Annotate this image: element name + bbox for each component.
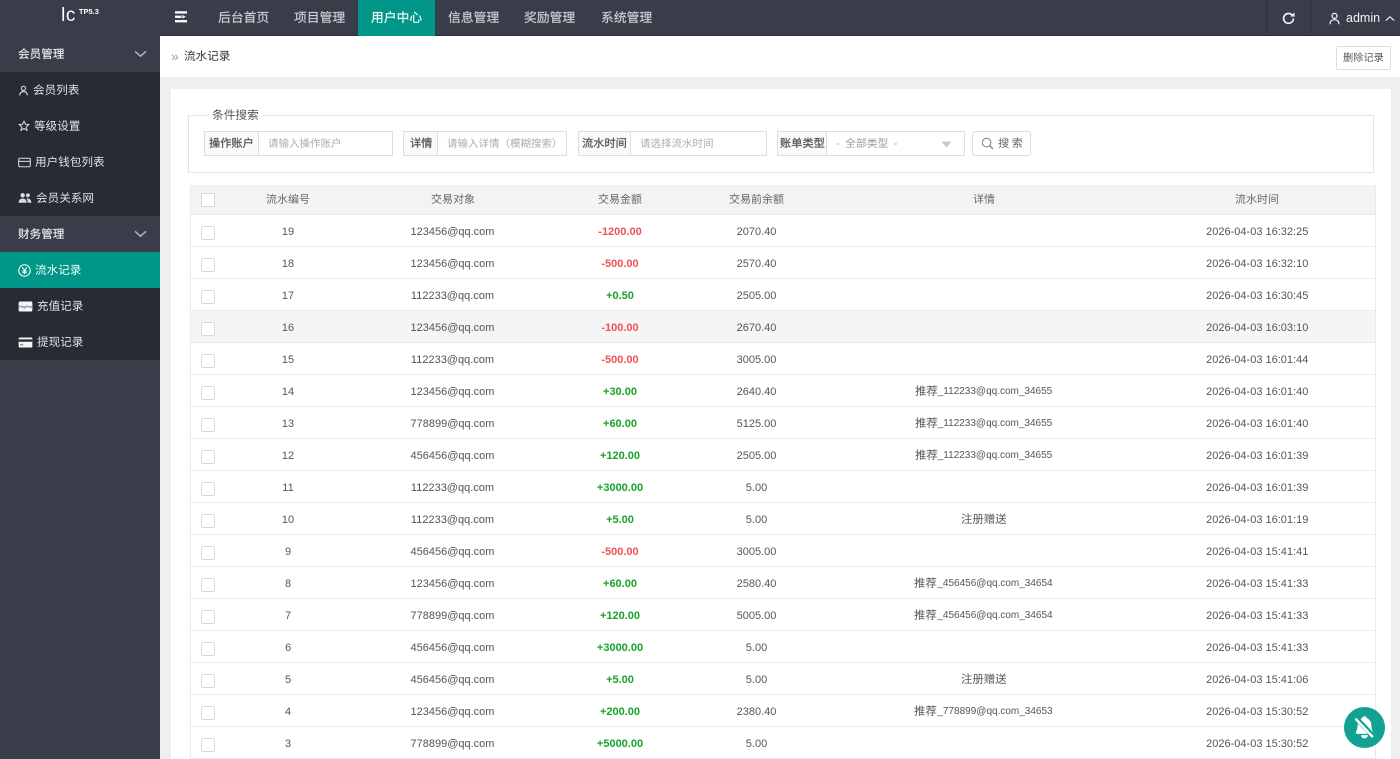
svg-text:PayPal: PayPal: [19, 305, 33, 309]
